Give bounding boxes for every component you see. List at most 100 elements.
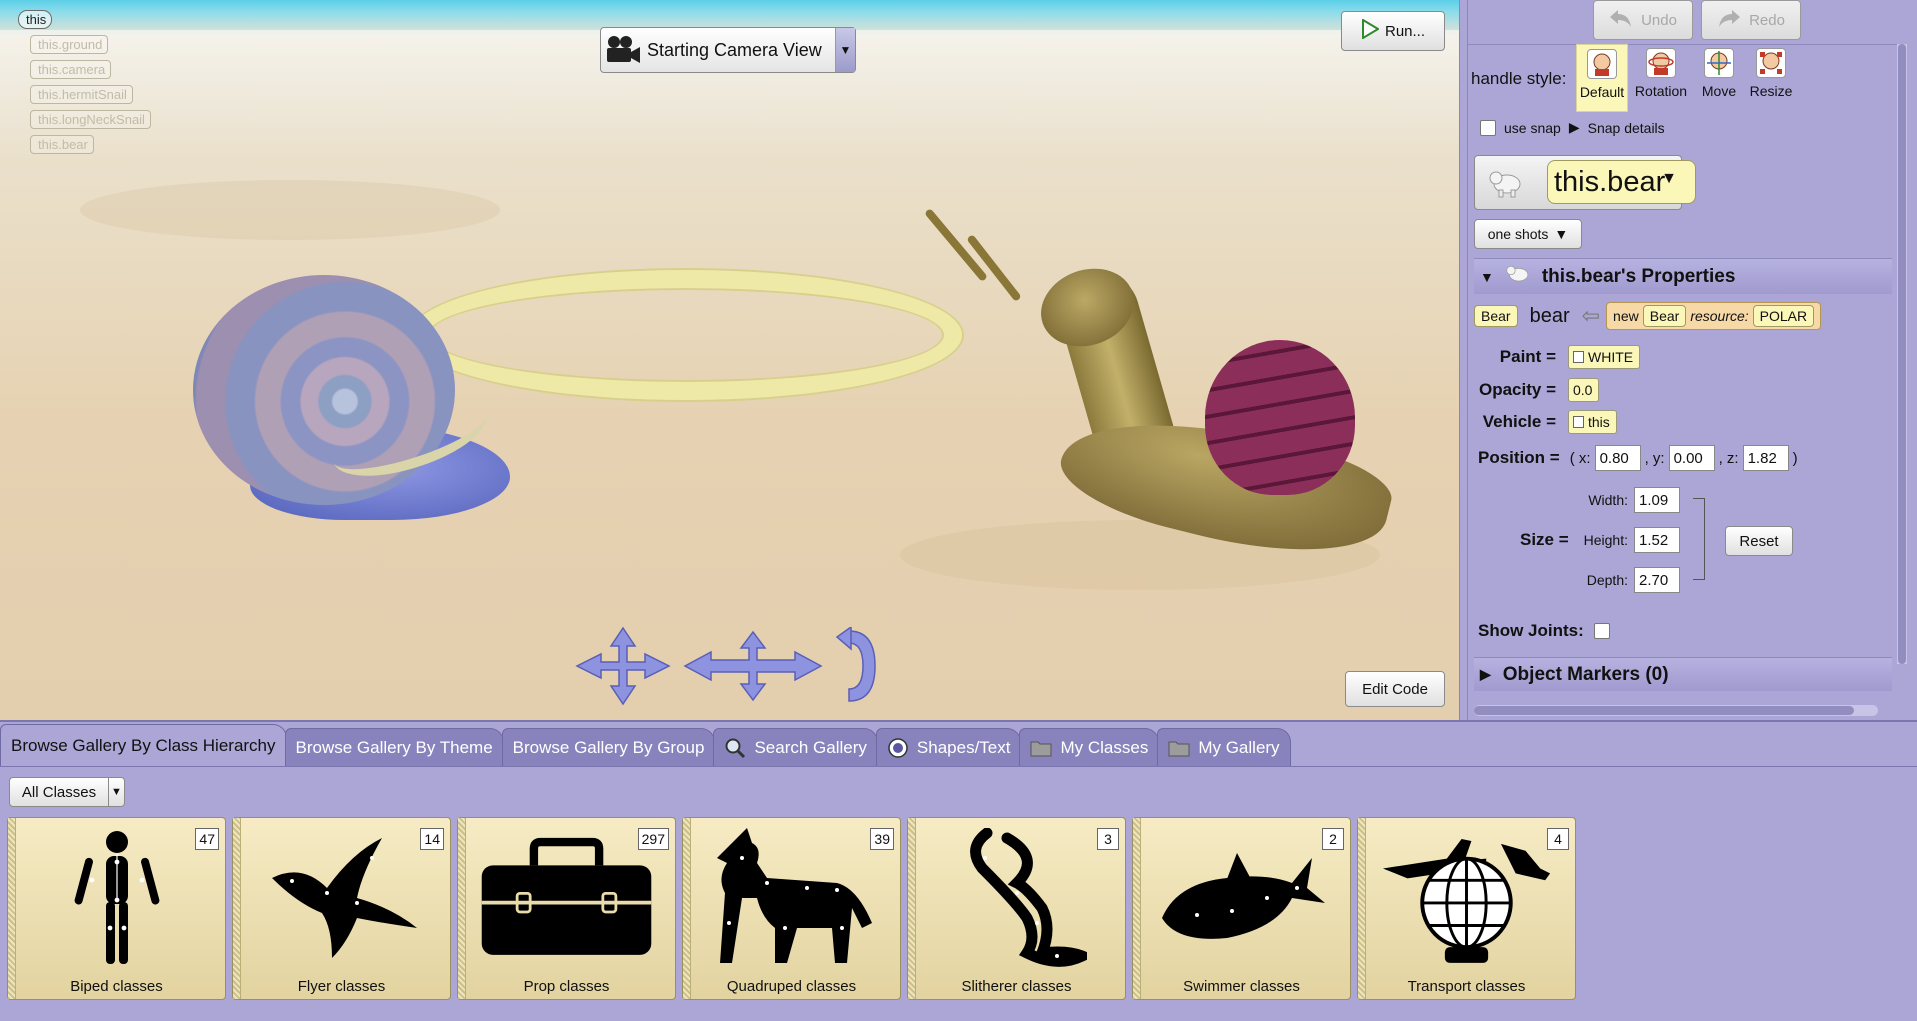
properties-header[interactable]: ▼ this.bear's Properties [1474,258,1892,294]
drag-grip[interactable] [908,818,916,999]
camera-view-select[interactable]: Starting Camera View ▼ [600,27,856,73]
handle-style-move[interactable]: Move [1693,44,1745,112]
ring-object[interactable] [410,270,962,400]
default-handle-icon [1587,49,1617,79]
reset-size-button[interactable]: Reset [1725,526,1793,556]
move-horizontal-icon[interactable] [575,626,671,710]
variable-name: bear [1529,304,1570,327]
drag-grip[interactable] [1358,818,1366,999]
camera-view-label: Starting Camera View [647,39,822,60]
tree-item-this[interactable]: this [18,10,53,29]
card-label: Biped classes [70,978,163,995]
gallery-card-swimmer[interactable]: 2 Swimmer classes [1132,817,1351,1000]
rotation-handle-icon [1646,48,1676,78]
opacity-value[interactable]: 0.0 [1568,378,1600,402]
tab-search-gallery[interactable]: Search Gallery [713,728,878,766]
paren-close: ) [1792,449,1798,467]
tab-shapes-text[interactable]: Shapes/Text [875,728,1022,766]
position-y-field[interactable]: 0.00 [1668,445,1715,471]
tab-class-hierarchy[interactable]: Browse Gallery By Class Hierarchy [0,724,287,766]
width-field[interactable]: 1.09 [1634,487,1680,513]
magnifier-icon [724,737,746,759]
tree-item-camera[interactable]: this.camera [30,60,112,79]
use-snap-checkbox[interactable] [1480,119,1496,136]
vehicle-label: Vehicle = [1482,412,1556,431]
chevron-down-icon[interactable]: ▼ [109,777,125,807]
gallery-card-flyer[interactable]: 14 Flyer classes [232,817,451,1000]
chevron-down-icon[interactable]: ▼ [1661,170,1677,188]
run-button[interactable]: Run... [1341,11,1445,51]
rotate-icon[interactable] [835,625,879,709]
gallery-card-prop[interactable]: 297 Prop classes [457,817,676,1000]
gallery-card-biped[interactable]: 47 Biped classes [7,817,226,1000]
handle-style-move-label: Move [1701,83,1737,99]
properties-title: this.bear's Properties [1541,265,1736,287]
height-field[interactable]: 1.52 [1634,527,1680,553]
tab-my-classes[interactable]: My Classes [1019,728,1160,766]
selected-object-selector[interactable]: this.bear ▼ [1474,155,1697,210]
paint-row: Paint = WHITE [1468,343,1641,371]
tree-item-hermit-snail[interactable]: this.hermitSnail [30,85,133,104]
tree-item-bear[interactable]: this.bear [30,135,94,154]
scene-view[interactable]: this this.ground this.camera this.hermit… [0,0,1459,720]
edit-code-button[interactable]: Edit Code [1345,671,1445,707]
resize-handle-icon [1756,48,1786,78]
move-vertical-icon[interactable] [683,630,823,706]
horizontal-scrollbar[interactable] [1474,705,1878,716]
constructor-tile[interactable]: new Bear resource: POLAR [1606,302,1822,330]
long-neck-snail-shell[interactable] [1205,340,1355,495]
paint-value[interactable]: WHITE [1568,345,1641,369]
object-markers-header[interactable]: ▶ Object Markers (0) [1474,657,1892,691]
position-z-field[interactable]: 1.82 [1742,445,1789,471]
drag-grip[interactable] [233,818,241,999]
chevron-down-icon[interactable]: ▼ [835,28,855,72]
type-tile[interactable]: Bear [1474,305,1518,327]
drag-grip[interactable] [683,818,691,999]
snap-details-label[interactable]: Snap details [1588,120,1665,136]
depth-field[interactable]: 2.70 [1634,567,1680,593]
position-row: Position = ( x: 0.80 , y: 0.00 , z: 1.82… [1478,445,1798,471]
scrollbar-thumb[interactable] [1898,44,1906,664]
expand-triangle-icon[interactable]: ▶ [1480,666,1491,683]
collapse-triangle-icon[interactable]: ▼ [1480,269,1494,285]
show-joints-label: Show Joints: [1478,621,1584,640]
camera-navigation-controls [575,625,879,710]
gallery-card-transport[interactable]: 4 Transport classes [1357,817,1576,1000]
one-shots-button[interactable]: one shots ▼ [1474,219,1582,249]
resource-tile[interactable]: POLAR [1752,305,1815,327]
drag-grip[interactable] [8,818,16,999]
reset-label: Reset [1739,532,1779,550]
drag-grip[interactable] [458,818,466,999]
depth-row: Depth: 2.70 [1578,567,1680,593]
redo-button[interactable]: Redo [1701,0,1801,40]
width-row: Width: 1.09 [1578,487,1680,513]
tab-my-gallery[interactable]: My Gallery [1157,728,1291,766]
handle-style-rotation[interactable]: Rotation [1635,44,1687,112]
hermit-snail-shell[interactable] [193,275,455,505]
handle-style-default[interactable]: Default [1576,44,1628,112]
class-tile: Bear [1642,305,1687,327]
gallery-card-slitherer[interactable]: 3 Slitherer classes [907,817,1126,1000]
scrollbar-thumb[interactable] [1474,706,1854,715]
tree-item-ground[interactable]: this.ground [30,35,109,54]
tab-theme[interactable]: Browse Gallery By Theme [284,728,504,766]
tree-item-long-neck-snail[interactable]: this.longNeckSnail [30,110,151,129]
show-joints-checkbox[interactable] [1593,623,1610,639]
card-label: Slitherer classes [961,978,1072,995]
paren-open: ( x: [1569,449,1591,467]
class-filter-select[interactable]: All Classes ▼ [9,777,125,807]
vertical-scrollbar[interactable] [1897,44,1907,664]
expand-triangle-icon[interactable]: ▶ [1569,119,1580,136]
handle-style-resize[interactable]: Resize [1745,44,1797,112]
position-x-field[interactable]: 0.80 [1594,445,1641,471]
link-chain-icon[interactable] [1693,498,1705,580]
vehicle-value[interactable]: this [1568,410,1617,434]
opacity-row: Opacity = 0.0 [1468,376,1600,404]
drag-grip[interactable] [1133,818,1141,999]
undo-button[interactable]: Undo [1593,0,1693,40]
panel-splitter[interactable] [1459,0,1467,720]
gallery-card-quadruped[interactable]: 39 Quadruped classes [682,817,901,1000]
tab-group[interactable]: Browse Gallery By Group [501,728,716,766]
undo-label: Undo [1641,11,1677,29]
handle-style-label: handle style: [1471,69,1567,88]
